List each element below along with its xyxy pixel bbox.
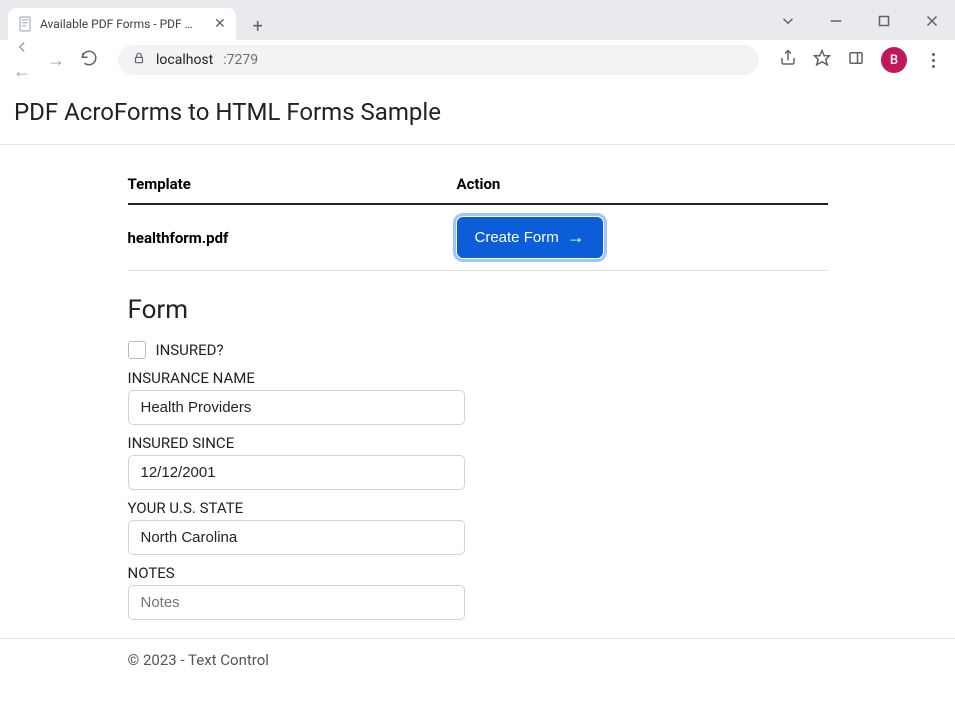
table-row: healthform.pdf Create Form → bbox=[128, 204, 828, 271]
state-label: YOUR U.S. STATE bbox=[128, 499, 828, 517]
tab-bar: Available PDF Forms - PDF AcroF ✕ + bbox=[0, 0, 955, 40]
url-actions: B bbox=[779, 47, 943, 73]
col-action: Action bbox=[457, 165, 828, 204]
page-title-row: PDF AcroForms to HTML Forms Sample bbox=[0, 80, 955, 145]
back-icon[interactable]: ← bbox=[12, 38, 32, 82]
page-title: PDF AcroForms to HTML Forms Sample bbox=[14, 98, 941, 126]
chevron-down-icon[interactable] bbox=[773, 6, 803, 36]
address-bar[interactable]: localhost :7279 bbox=[118, 45, 759, 75]
footer-wrap: © 2023 - Text Control bbox=[0, 638, 955, 681]
insurance-name-label: INSURANCE NAME bbox=[128, 369, 828, 387]
lock-icon bbox=[132, 51, 146, 69]
tab-favicon-icon bbox=[18, 16, 34, 32]
notes-label: NOTES bbox=[128, 564, 828, 582]
browser-tab[interactable]: Available PDF Forms - PDF AcroF ✕ bbox=[8, 8, 236, 40]
maximize-icon[interactable] bbox=[869, 6, 899, 36]
insured-checkbox[interactable] bbox=[128, 341, 146, 359]
notes-input[interactable] bbox=[128, 585, 465, 620]
insured-checkbox-row: INSURED? bbox=[128, 341, 828, 359]
state-input[interactable] bbox=[128, 520, 465, 555]
template-filename: healthform.pdf bbox=[128, 204, 457, 271]
insured-label: INSURED? bbox=[156, 341, 224, 359]
kebab-menu-icon[interactable] bbox=[923, 53, 943, 68]
share-icon[interactable] bbox=[779, 49, 797, 71]
new-tab-button[interactable]: + bbox=[244, 12, 272, 40]
window-controls bbox=[773, 6, 947, 36]
reload-icon[interactable] bbox=[80, 49, 98, 72]
minimize-icon[interactable] bbox=[821, 6, 851, 36]
star-icon[interactable] bbox=[813, 49, 831, 71]
create-form-label: Create Form bbox=[475, 229, 559, 246]
insured-since-input[interactable] bbox=[128, 455, 465, 490]
form-heading: Form bbox=[128, 295, 828, 325]
url-port: :7279 bbox=[223, 52, 258, 68]
template-table: Template Action healthform.pdf Create Fo… bbox=[128, 165, 828, 271]
arrow-right-icon: → bbox=[567, 227, 585, 248]
close-icon[interactable] bbox=[917, 6, 947, 36]
content: Template Action healthform.pdf Create Fo… bbox=[128, 145, 828, 620]
url-host: localhost bbox=[156, 52, 213, 68]
browser-chrome: Available PDF Forms - PDF AcroF ✕ + ← → … bbox=[0, 0, 955, 80]
col-template: Template bbox=[128, 165, 457, 204]
tab-title: Available PDF Forms - PDF AcroF bbox=[40, 17, 200, 31]
forward-icon[interactable]: → bbox=[46, 50, 66, 71]
footer-text: © 2023 - Text Control bbox=[128, 639, 828, 681]
insurance-name-input[interactable] bbox=[128, 390, 465, 425]
insured-since-label: INSURED SINCE bbox=[128, 434, 828, 452]
user-avatar[interactable]: B bbox=[881, 47, 907, 73]
panel-icon[interactable] bbox=[847, 49, 865, 71]
url-bar: ← → localhost :7279 B bbox=[0, 40, 955, 80]
tab-close-icon[interactable]: ✕ bbox=[214, 16, 226, 32]
create-form-button[interactable]: Create Form → bbox=[457, 217, 603, 258]
